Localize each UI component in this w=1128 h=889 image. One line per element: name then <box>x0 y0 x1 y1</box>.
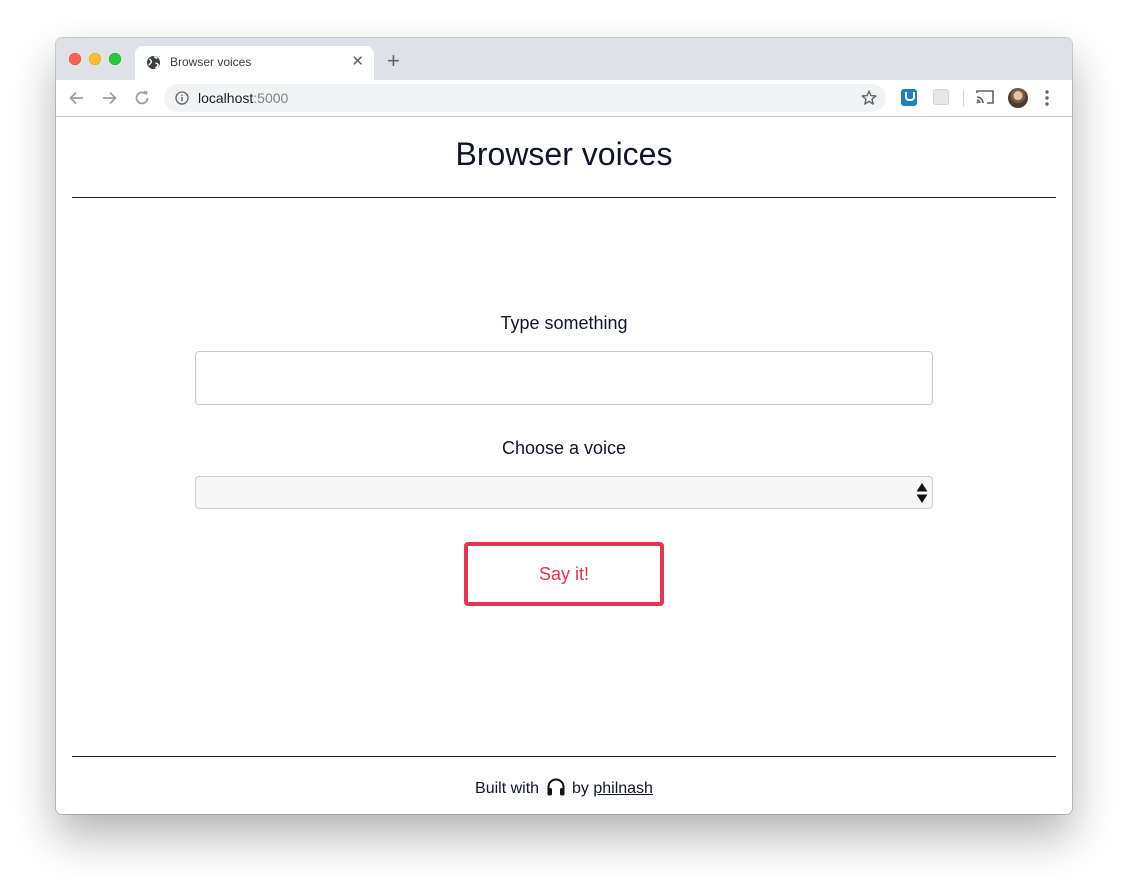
footer: Built with by philnash <box>56 777 1072 798</box>
info-icon[interactable] <box>175 91 189 105</box>
page-title: Browser voices <box>455 136 673 172</box>
back-icon[interactable] <box>67 88 87 108</box>
footer-divider <box>72 756 1056 757</box>
globe-icon <box>146 55 161 70</box>
tab-browser-voices[interactable]: Browser voices ✕ <box>135 46 374 80</box>
tab-close-icon[interactable]: ✕ <box>351 53 364 71</box>
zoom-window-button[interactable] <box>109 53 121 65</box>
extension-shield-icon[interactable] <box>901 89 917 106</box>
reload-icon[interactable] <box>132 88 152 108</box>
tab-title: Browser voices <box>170 55 252 69</box>
profile-avatar[interactable] <box>1008 88 1028 108</box>
bookmark-star-icon[interactable] <box>860 89 878 107</box>
text-input-label: Type something <box>500 313 628 333</box>
header-divider <box>72 197 1056 198</box>
extension-grey-icon[interactable] <box>933 89 949 105</box>
url-text: localhost:5000 <box>198 90 288 106</box>
new-tab-icon[interactable]: + <box>387 50 400 72</box>
tab-strip: Browser voices ✕ + <box>56 38 1072 80</box>
footer-built-with: Built with <box>475 780 540 797</box>
voice-select[interactable] <box>195 476 933 509</box>
voice-select-label: Choose a voice <box>501 438 627 458</box>
cast-icon[interactable] <box>976 89 994 105</box>
address-bar[interactable]: localhost:5000 <box>164 84 886 112</box>
browser-window: Browser voices ✕ + localhost:5000 Browse… <box>56 38 1072 814</box>
url-port: :5000 <box>253 90 289 106</box>
speech-text-input[interactable] <box>195 351 933 405</box>
footer-by: by <box>571 780 589 797</box>
author-link[interactable]: philnash <box>593 780 653 797</box>
close-window-button[interactable] <box>69 53 81 65</box>
toolbar-divider <box>963 90 964 106</box>
url-host: localhost <box>198 90 254 106</box>
browser-toolbar: localhost:5000 <box>56 80 1072 117</box>
more-menu-icon[interactable] <box>1044 89 1050 107</box>
select-arrows-icon <box>916 483 928 503</box>
minimize-window-button[interactable] <box>89 53 101 65</box>
forward-icon[interactable] <box>99 88 119 108</box>
say-it-button[interactable]: Say it! <box>464 542 664 606</box>
page-content: Browser voices Type something Choose a v… <box>56 117 1072 814</box>
headphones-icon <box>547 778 565 796</box>
